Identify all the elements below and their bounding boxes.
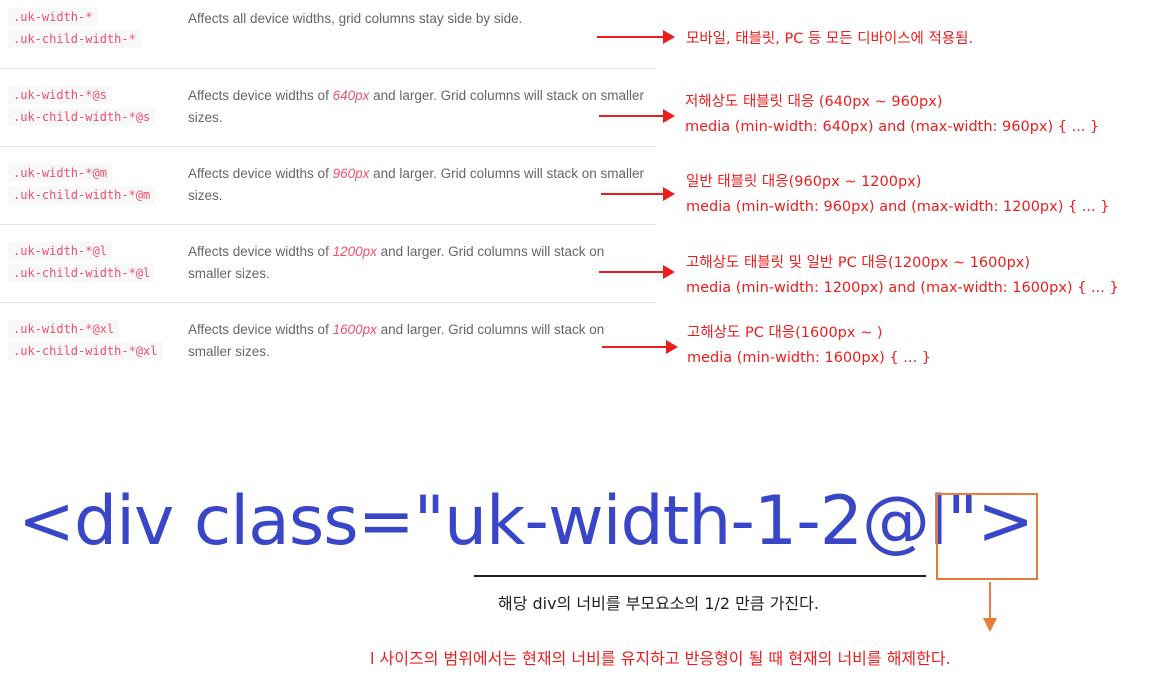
annotation-line: media (min-width: 1200px) and (max-width… (686, 280, 1119, 296)
class-code: .uk-child-width-*@xl (8, 342, 163, 360)
class-code: .uk-child-width-*@l (8, 264, 156, 282)
annotation-line: 저해상도 태블릿 대응 (640px ~ 960px) (685, 94, 943, 110)
description-text: Affects device widths of (188, 88, 333, 103)
breakpoint-table: .uk-width-* .uk-child-width-* Affects al… (0, 0, 656, 381)
description-size: 960px (332, 166, 370, 181)
class-code: .uk-width-*@l (8, 242, 112, 260)
annotation-note: 고해상도 태블릿 및 일반 PC 대응(1200px ~ 1600px) med… (686, 251, 1119, 301)
arrow-down-icon (983, 618, 997, 632)
annotation-line: media (min-width: 1600px) { ... } (687, 350, 931, 366)
annotation-line: 일반 태블릿 대응(960px ~ 1200px) (686, 174, 922, 190)
example-code: <div class="uk-width-1-2@l"> (18, 482, 1034, 561)
class-code: .uk-width-*@s (8, 86, 112, 104)
annotation-note: 저해상도 태블릿 대응 (640px ~ 960px) media (min-w… (685, 90, 1099, 140)
row-description: Affects device widths of 640px and large… (188, 85, 650, 129)
annotation-line: 모바일, 태블릿, PC 등 모든 디바이스에 적용됨. (686, 31, 974, 47)
class-names: .uk-width-*@l .uk-child-width-*@l (8, 242, 156, 282)
example-note: l 사이즈의 범위에서는 현재의 너비를 유지하고 반응형이 될 때 현재의 너… (370, 649, 951, 668)
row-description: Affects device widths of 1600px and larg… (188, 319, 650, 363)
annotation-arrow (599, 265, 675, 279)
example-caption: 해당 div의 너비를 부모요소의 1/2 만큼 가진다. (498, 594, 819, 613)
annotation-arrow (597, 30, 675, 44)
class-names: .uk-width-* .uk-child-width-* (8, 8, 141, 48)
annotation-line: media (min-width: 960px) and (max-width:… (686, 199, 1110, 215)
annotation-note: 일반 태블릿 대응(960px ~ 1200px) media (min-wid… (686, 170, 1109, 220)
description-size: 640px (332, 88, 370, 103)
annotation-arrow (601, 187, 675, 201)
description-text: Affects device widths of (188, 322, 333, 337)
annotation-line: media (min-width: 640px) and (max-width:… (685, 119, 1100, 135)
table-row: .uk-width-*@l .uk-child-width-*@l Affect… (0, 225, 656, 303)
description-text: Affects all device widths, grid columns … (188, 11, 523, 26)
description-text: Affects device widths of (188, 244, 333, 259)
class-code: .uk-child-width-*@m (8, 186, 156, 204)
class-names: .uk-width-*@xl .uk-child-width-*@xl (8, 320, 163, 360)
row-description: Affects all device widths, grid columns … (188, 8, 650, 30)
class-code: .uk-width-* (8, 8, 98, 26)
table-row: .uk-width-*@m .uk-child-width-*@m Affect… (0, 147, 656, 225)
breakpoint-highlight-box (936, 493, 1038, 580)
class-code: .uk-width-*@xl (8, 320, 120, 338)
table-row: .uk-width-* .uk-child-width-* Affects al… (0, 0, 656, 69)
row-description: Affects device widths of 960px and large… (188, 163, 650, 207)
description-text: Affects device widths of (188, 166, 333, 181)
class-code: .uk-child-width-* (8, 30, 141, 48)
description-size: 1200px (332, 244, 377, 259)
arrow-down-icon (989, 582, 991, 620)
table-row: .uk-width-*@xl .uk-child-width-*@xl Affe… (0, 303, 656, 381)
class-names: .uk-width-*@s .uk-child-width-*@s (8, 86, 156, 126)
annotation-arrow (602, 340, 678, 354)
annotation-arrow (599, 109, 675, 123)
row-description: Affects device widths of 1200px and larg… (188, 241, 650, 285)
table-row: .uk-width-*@s .uk-child-width-*@s Affect… (0, 69, 656, 147)
annotation-note: 모바일, 태블릿, PC 등 모든 디바이스에 적용됨. (686, 27, 973, 52)
class-names: .uk-width-*@m .uk-child-width-*@m (8, 164, 156, 204)
annotation-line: 고해상도 PC 대응(1600px ~ ) (687, 325, 883, 341)
class-code: .uk-child-width-*@s (8, 108, 156, 126)
annotation-note: 고해상도 PC 대응(1600px ~ ) media (min-width: … (687, 321, 931, 371)
description-size: 1600px (332, 322, 377, 337)
class-code: .uk-width-*@m (8, 164, 112, 182)
example-underline (474, 575, 926, 577)
annotation-line: 고해상도 태블릿 및 일반 PC 대응(1200px ~ 1600px) (686, 255, 1031, 271)
